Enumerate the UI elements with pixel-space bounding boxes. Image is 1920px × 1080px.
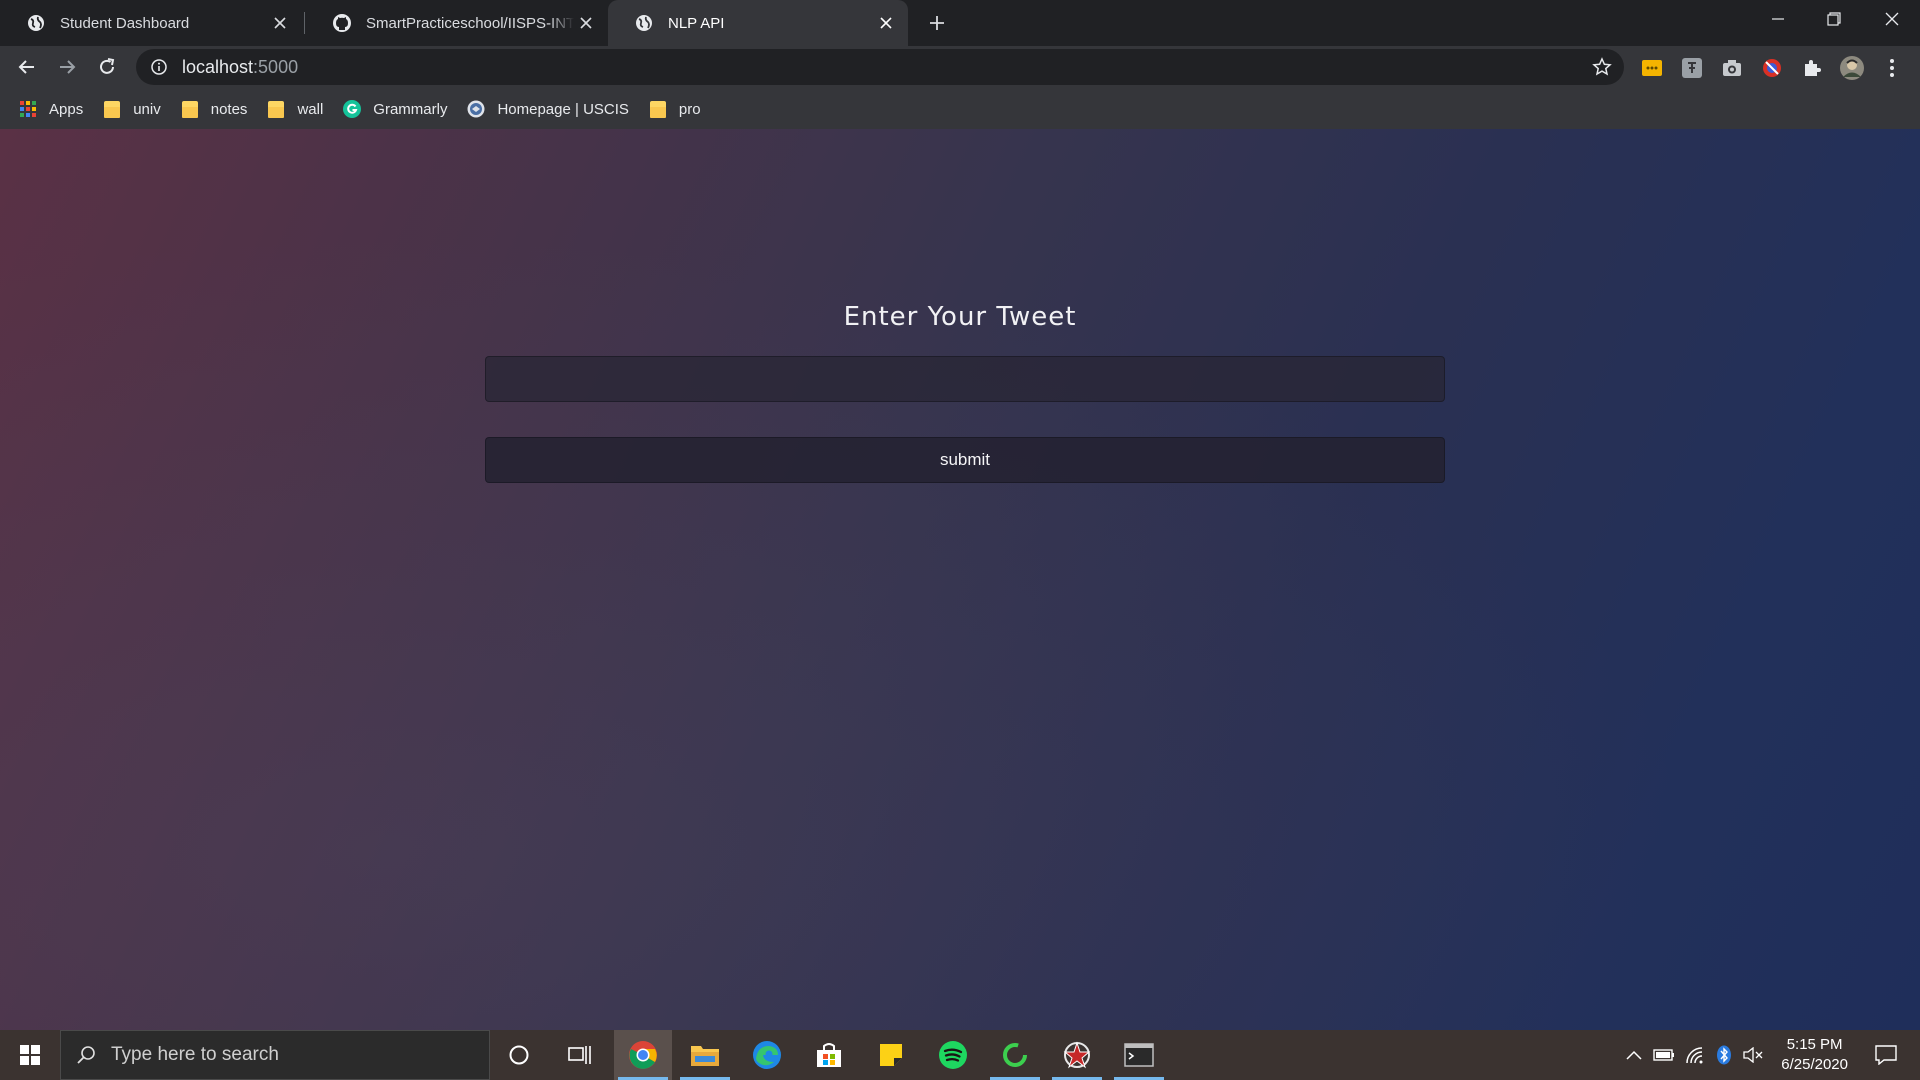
folder-icon	[103, 100, 121, 118]
clock-date: 6/25/2020	[1781, 1056, 1848, 1073]
volume-muted-icon[interactable]	[1741, 1043, 1765, 1067]
globe-icon	[26, 13, 46, 33]
tweet-input[interactable]	[485, 356, 1445, 402]
extensions-puzzle-icon[interactable]	[1798, 54, 1826, 82]
system-clock[interactable]: 5:15 PM 6/25/2020	[1781, 1035, 1848, 1075]
sync-app-icon[interactable]	[986, 1030, 1044, 1080]
apps-grid-icon	[19, 100, 37, 118]
bookmark-label: Homepage | USCIS	[497, 100, 629, 118]
terminal-icon[interactable]	[1110, 1030, 1168, 1080]
uscis-seal-icon	[467, 100, 485, 118]
taskbar-search[interactable]	[60, 1030, 490, 1080]
profile-avatar[interactable]	[1838, 54, 1866, 82]
bookmarks-bar: Apps univ notes wall Grammarly Homepage …	[0, 90, 1920, 128]
new-tab-button[interactable]	[922, 8, 952, 38]
bookmark-label: pro	[678, 100, 701, 118]
folder-icon	[181, 100, 199, 118]
tab-title: SmartPracticeschool/IISPS-INT-3078	[366, 14, 574, 32]
extension-camera-icon[interactable]	[1718, 54, 1746, 82]
github-icon	[332, 13, 352, 33]
address-bar[interactable]: localhost:5000	[136, 49, 1624, 85]
menu-kebab-icon[interactable]	[1878, 54, 1906, 82]
close-tab-icon[interactable]	[268, 11, 292, 35]
action-center-icon[interactable]	[1872, 1042, 1900, 1068]
tab-separator	[304, 12, 305, 34]
page-title: Enter Your Tweet	[843, 302, 1077, 332]
wifi-icon[interactable]	[1683, 1043, 1707, 1067]
folder-icon	[267, 100, 285, 118]
bookmark-label: wall	[297, 100, 324, 118]
grammarly-icon	[343, 100, 362, 118]
browser-toolbar: localhost:5000 Apps univ notes wall Gra…	[0, 46, 1920, 129]
close-tab-icon[interactable]	[874, 11, 898, 35]
back-button[interactable]	[9, 49, 45, 85]
submit-button[interactable]: submit	[485, 437, 1445, 483]
bookmark-label: Grammarly	[373, 100, 448, 118]
clock-time: 5:15 PM	[1786, 1036, 1843, 1053]
forward-button[interactable]	[49, 49, 85, 85]
windows-taskbar: 5:15 PM 6/25/2020	[0, 1030, 1920, 1080]
vpn-app-icon[interactable]	[1048, 1030, 1106, 1080]
browser-tab-strip: Student Dashboard SmartPracticeschool/II…	[0, 0, 1920, 46]
bookmark-label: notes	[210, 100, 248, 118]
search-input[interactable]	[111, 1044, 451, 1066]
show-hidden-icons-chevron-icon[interactable]	[1622, 1043, 1646, 1067]
bookmark-notes[interactable]: notes	[181, 100, 248, 118]
bookmark-wall[interactable]: wall	[267, 100, 323, 118]
sticky-notes-icon[interactable]	[862, 1030, 920, 1080]
cortana-icon[interactable]	[490, 1030, 548, 1080]
tab-nlp-api[interactable]: NLP API	[608, 0, 908, 46]
globe-icon	[634, 13, 654, 33]
start-button[interactable]	[0, 1030, 60, 1080]
restore-button[interactable]	[1806, 0, 1862, 38]
page-content: Enter Your Tweet submit	[0, 129, 1920, 1030]
extension-translate-icon[interactable]	[1678, 54, 1706, 82]
battery-icon[interactable]	[1652, 1043, 1676, 1067]
url-port: :5000	[253, 56, 299, 77]
bookmark-grammarly[interactable]: Grammarly	[343, 100, 447, 118]
search-icon	[75, 1044, 97, 1066]
extension-password-icon[interactable]	[1638, 54, 1666, 82]
bookmark-star-icon[interactable]	[1590, 55, 1614, 79]
close-tab-icon[interactable]	[574, 11, 598, 35]
bookmark-label: Apps	[49, 100, 84, 118]
windows-logo-icon	[20, 1045, 40, 1065]
file-explorer-icon[interactable]	[676, 1030, 734, 1080]
task-view-icon[interactable]	[551, 1030, 609, 1080]
site-info-icon[interactable]	[150, 58, 168, 76]
spotify-icon[interactable]	[924, 1030, 982, 1080]
url-host: localhost	[182, 56, 254, 77]
edge-icon[interactable]	[738, 1030, 796, 1080]
bookmark-label: univ	[133, 100, 161, 118]
minimize-button[interactable]	[1750, 0, 1806, 38]
bookmark-apps[interactable]: Apps	[19, 100, 83, 118]
tab-title: Student Dashboard	[60, 14, 190, 32]
tab-title: NLP API	[668, 14, 725, 32]
tab-student-dashboard[interactable]: Student Dashboard	[0, 0, 302, 46]
bookmark-univ[interactable]: univ	[103, 100, 161, 118]
close-window-button[interactable]	[1864, 0, 1920, 38]
bluetooth-icon[interactable]	[1712, 1043, 1736, 1067]
bookmark-pro[interactable]: pro	[649, 100, 701, 118]
extension-blocker-icon[interactable]	[1758, 54, 1786, 82]
reload-button[interactable]	[89, 49, 125, 85]
bookmark-uscis[interactable]: Homepage | USCIS	[467, 100, 629, 118]
chrome-taskbar-icon[interactable]	[614, 1030, 672, 1080]
microsoft-store-icon[interactable]	[800, 1030, 858, 1080]
folder-icon	[649, 100, 667, 118]
tab-github-repo[interactable]: SmartPracticeschool/IISPS-INT-3078	[306, 0, 608, 46]
